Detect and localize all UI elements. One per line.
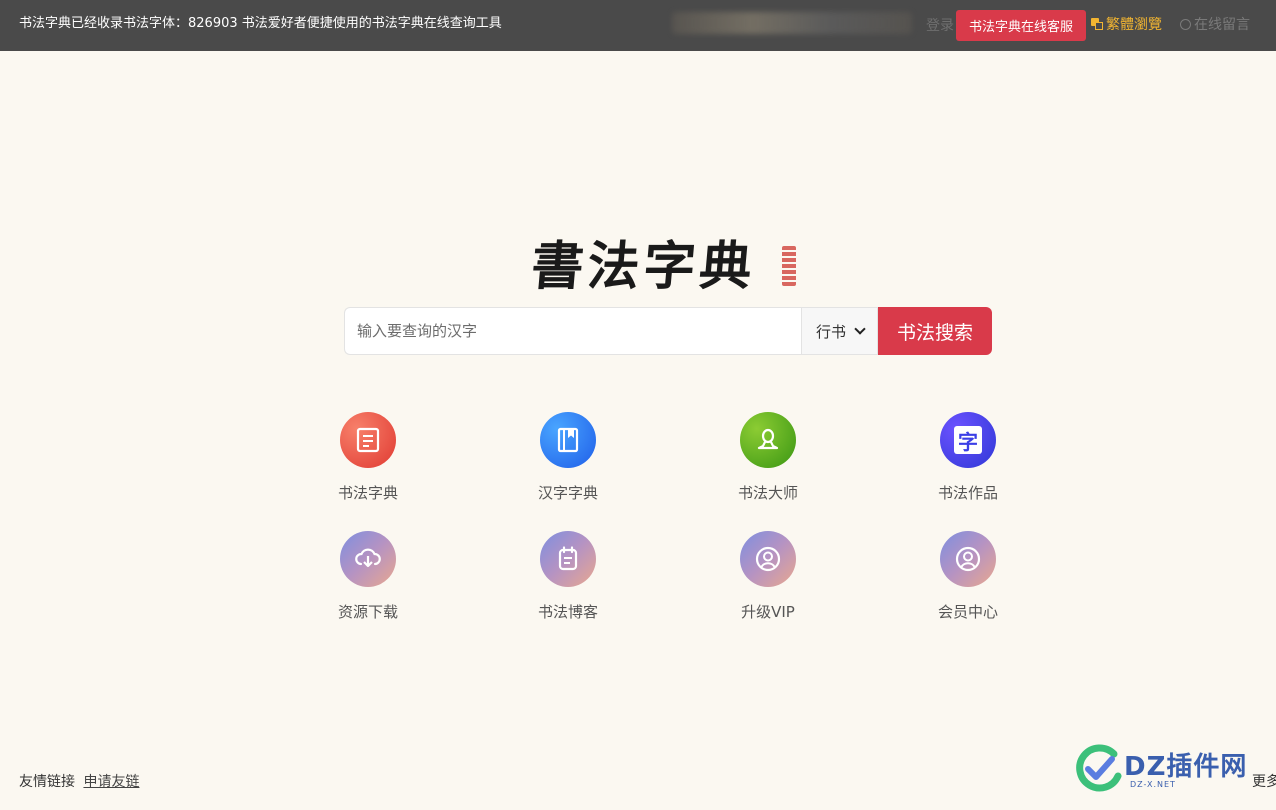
watermark-subtext: DZ-X.NET bbox=[1130, 780, 1176, 789]
nav-label: 书法博客 bbox=[537, 603, 598, 621]
font-style-value: 行书 bbox=[816, 322, 847, 341]
nav-label: 书法作品 bbox=[937, 484, 998, 502]
nav-label: 会员中心 bbox=[937, 603, 998, 621]
character-icon: 字 bbox=[940, 412, 996, 468]
search-button[interactable]: 书法搜索 bbox=[878, 307, 992, 355]
nav-calligraphy-blog[interactable]: 书法博客 bbox=[508, 531, 628, 622]
top-bar: 书法字典已经收录书法字体：826903 书法爱好者便捷使用的书法字典在线查询工具… bbox=[0, 0, 1276, 51]
message-link[interactable]: 在线留言 bbox=[1180, 14, 1250, 34]
nav-resource-download[interactable]: 资源下载 bbox=[308, 531, 428, 622]
nav-label: 汉字字典 bbox=[537, 484, 598, 502]
user-circle-icon bbox=[740, 531, 796, 587]
logo-text: 書法字典 bbox=[528, 236, 759, 297]
blurred-user-area bbox=[672, 12, 912, 34]
traditional-chinese-label: 繁體瀏覽 bbox=[1106, 17, 1162, 33]
online-service-button[interactable]: 书法字典在线客服 bbox=[956, 10, 1086, 41]
login-link[interactable]: 登录 bbox=[926, 15, 954, 35]
chevron-down-icon bbox=[854, 323, 866, 335]
friend-links-label: 友情链接 bbox=[19, 774, 75, 790]
apply-link[interactable]: 申请友链 bbox=[83, 774, 139, 790]
search-input[interactable] bbox=[344, 307, 802, 355]
book-icon bbox=[540, 412, 596, 468]
nav-calligraphy-masters[interactable]: 书法大师 bbox=[708, 412, 828, 503]
search-bar: 行书 书法搜索 bbox=[344, 307, 992, 355]
nav-calligraphy-dictionary[interactable]: 书法字典 bbox=[308, 412, 428, 503]
user-circle-icon bbox=[940, 531, 996, 587]
watermark-text: DZ插件网 bbox=[1124, 752, 1248, 782]
nav-calligraphy-works[interactable]: 字 书法作品 bbox=[908, 412, 1028, 503]
traditional-chinese-link[interactable]: 繁體瀏覽 bbox=[1091, 14, 1162, 34]
cloud-download-icon bbox=[340, 531, 396, 587]
nav-upgrade-vip[interactable]: 升级VIP bbox=[708, 531, 828, 622]
nav-label: 升级VIP bbox=[741, 603, 795, 621]
nav-label: 书法字典 bbox=[337, 484, 398, 502]
chat-icon bbox=[1180, 18, 1191, 30]
person-icon bbox=[740, 412, 796, 468]
nav-label: 资源下载 bbox=[337, 603, 398, 621]
seal-stamp bbox=[782, 246, 796, 286]
nav-label: 书法大师 bbox=[737, 484, 798, 502]
nav-chinese-dictionary[interactable]: 汉字字典 bbox=[508, 412, 628, 503]
message-label: 在线留言 bbox=[1194, 17, 1250, 33]
character-glyph: 字 bbox=[954, 426, 982, 454]
friend-links: 友情链接 申请友链 bbox=[19, 771, 139, 791]
font-style-select[interactable]: 行书 bbox=[801, 307, 878, 355]
site-logo[interactable]: 書法字典 bbox=[529, 222, 802, 297]
nav-member-center[interactable]: 会员中心 bbox=[908, 531, 1028, 622]
document-icon bbox=[340, 412, 396, 468]
site-notice: 书法字典已经收录书法字体：826903 书法爱好者便捷使用的书法字典在线查询工具 bbox=[19, 16, 502, 31]
watermark-logo: DZ插件网 DZ-X.NET bbox=[1074, 742, 1264, 798]
checkmark-logo-icon bbox=[1076, 744, 1122, 792]
notepad-icon bbox=[540, 531, 596, 587]
translate-icon bbox=[1091, 18, 1103, 30]
